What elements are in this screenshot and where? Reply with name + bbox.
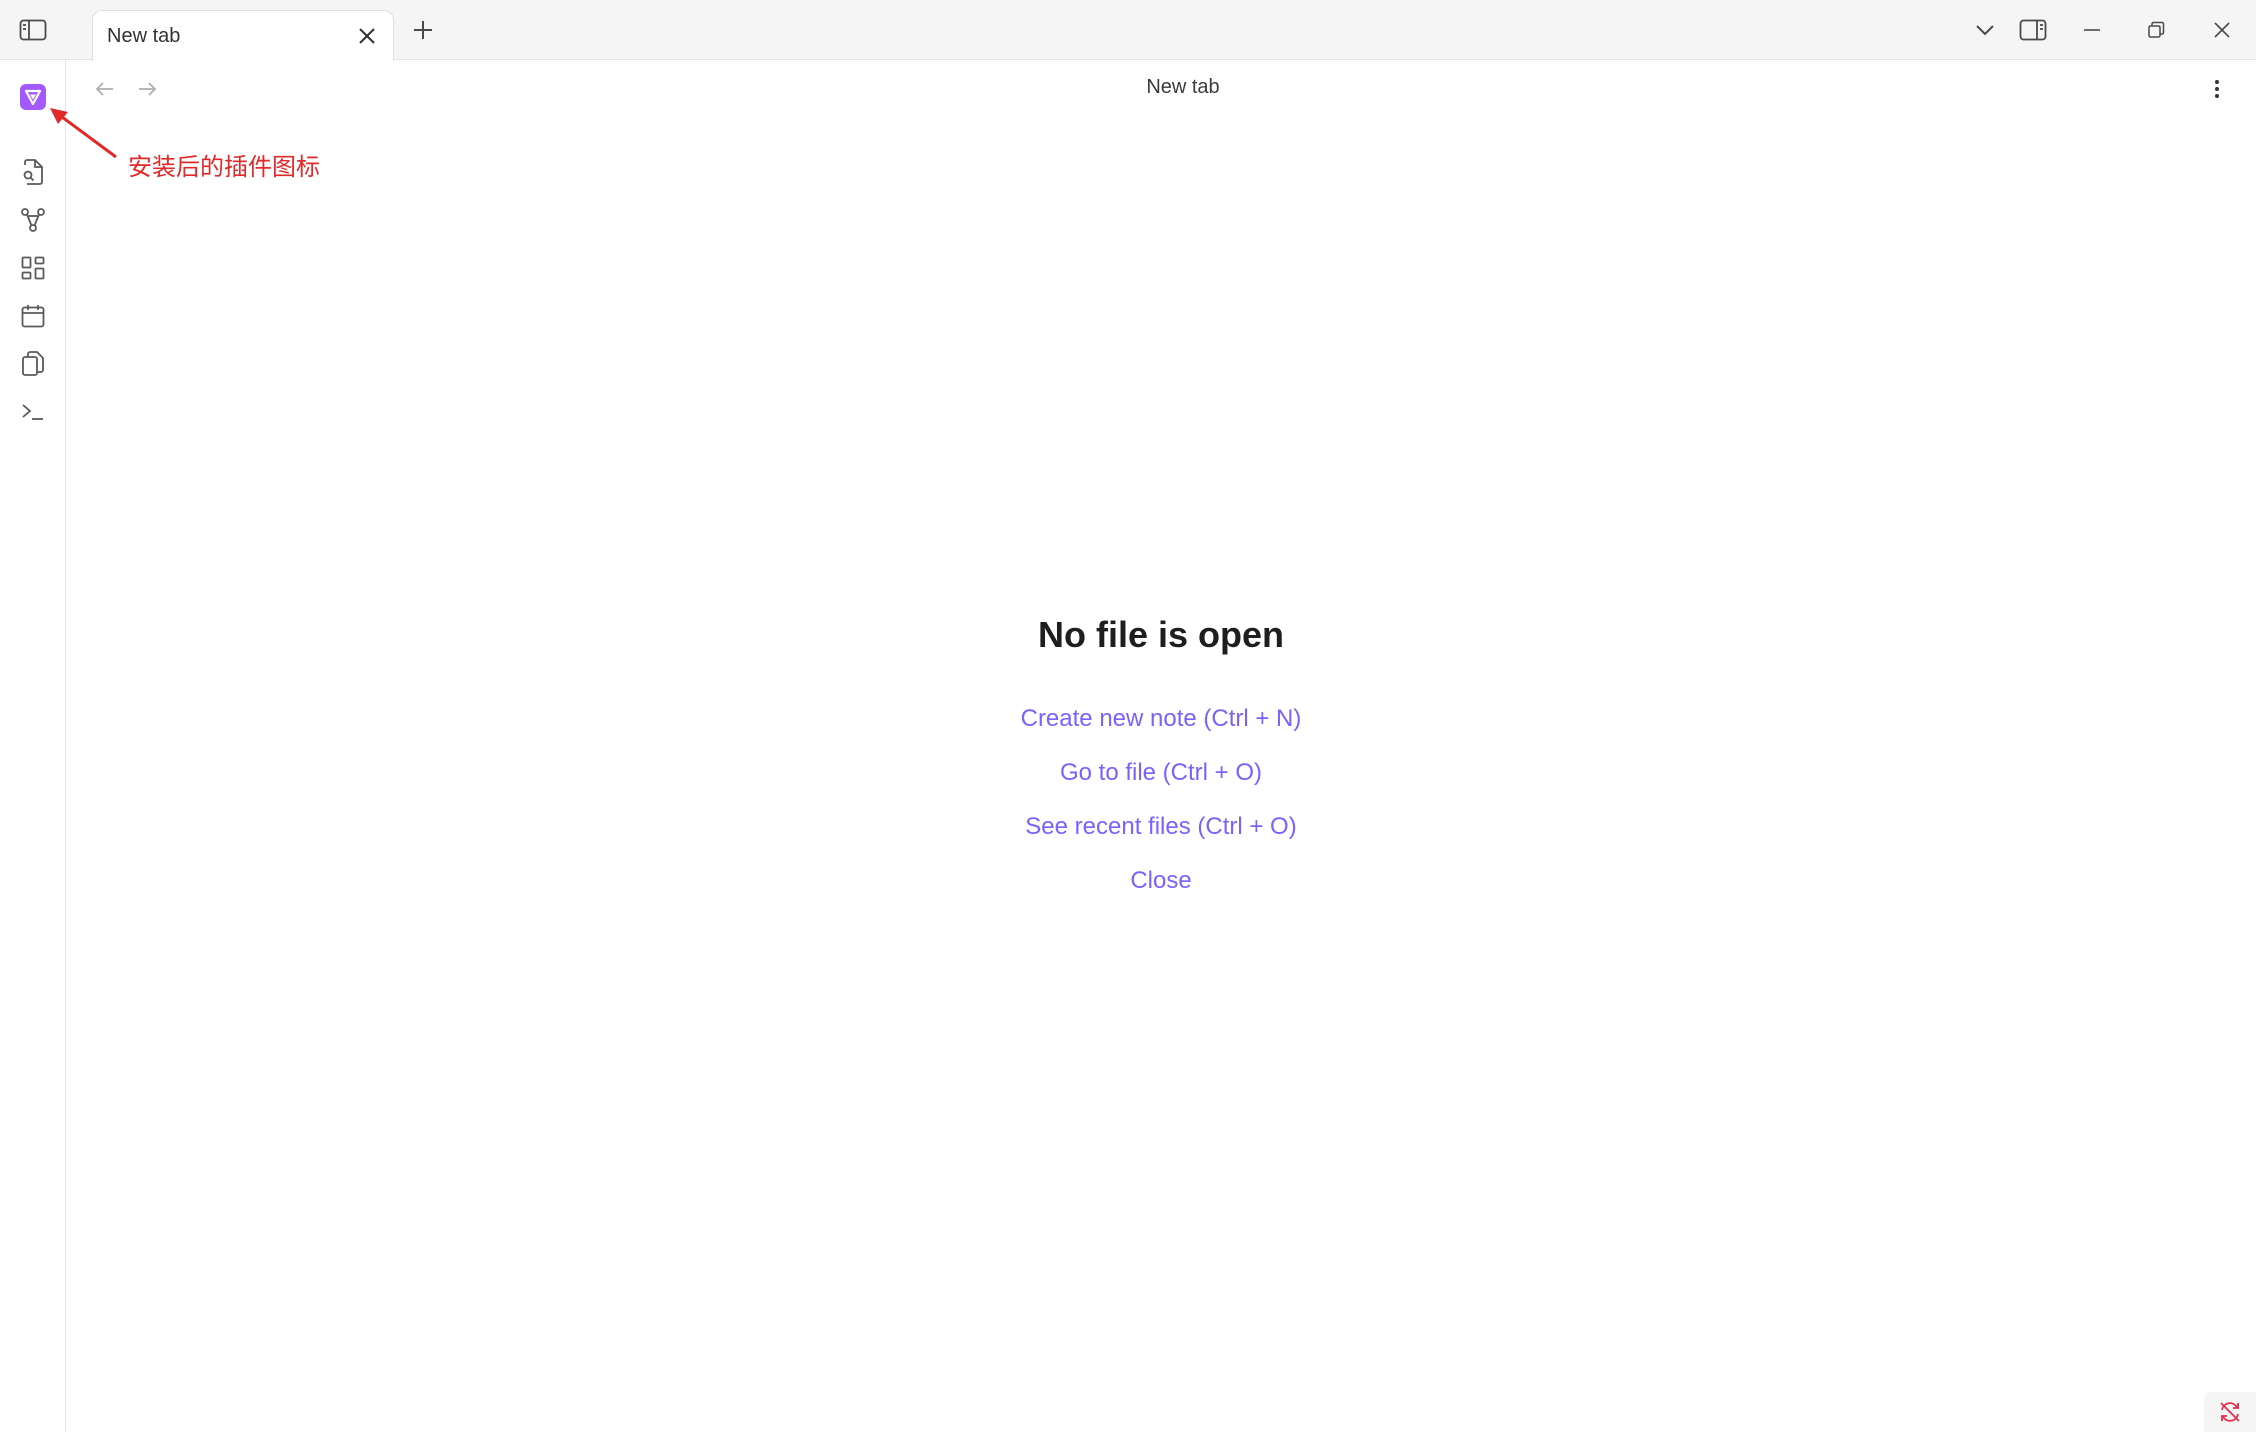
annotation-text: 安装后的插件图标 — [128, 153, 320, 181]
title-bar: New tab — [0, 0, 2256, 61]
close-window-icon[interactable] — [2202, 0, 2242, 60]
more-options-icon[interactable] — [2200, 72, 2234, 106]
terminal-icon[interactable] — [16, 395, 50, 429]
plus-icon[interactable] — [406, 0, 440, 60]
chevron-down-icon[interactable] — [1968, 0, 2002, 60]
close-link[interactable]: Close — [66, 867, 2256, 895]
annotation-arrow — [50, 108, 117, 159]
tab-title: New tab — [107, 25, 181, 47]
calendar-icon[interactable] — [16, 299, 50, 333]
minimize-icon[interactable] — [2072, 0, 2112, 60]
left-ribbon — [0, 60, 66, 1432]
sidebar-left-icon[interactable] — [14, 0, 52, 60]
see-recent-files-link[interactable]: See recent files (Ctrl + O) — [66, 813, 2256, 841]
canvas-grid-icon[interactable] — [16, 251, 50, 285]
close-icon[interactable] — [355, 24, 379, 48]
restore-icon[interactable] — [2136, 0, 2176, 60]
go-to-file-link[interactable]: Go to file (Ctrl + O) — [66, 759, 2256, 787]
sync-off-icon — [2220, 1402, 2240, 1422]
sync-status[interactable] — [2204, 1392, 2256, 1432]
tab-new-tab[interactable]: New tab — [92, 10, 394, 61]
sidebar-right-icon[interactable] — [2016, 0, 2050, 60]
create-new-note-link[interactable]: Create new note (Ctrl + N) — [66, 705, 2256, 733]
copy-files-icon[interactable] — [16, 347, 50, 381]
empty-state-title: No file is open — [1037, 614, 1285, 655]
graph-icon[interactable] — [16, 203, 50, 237]
view-title: New tab — [1146, 76, 1220, 98]
